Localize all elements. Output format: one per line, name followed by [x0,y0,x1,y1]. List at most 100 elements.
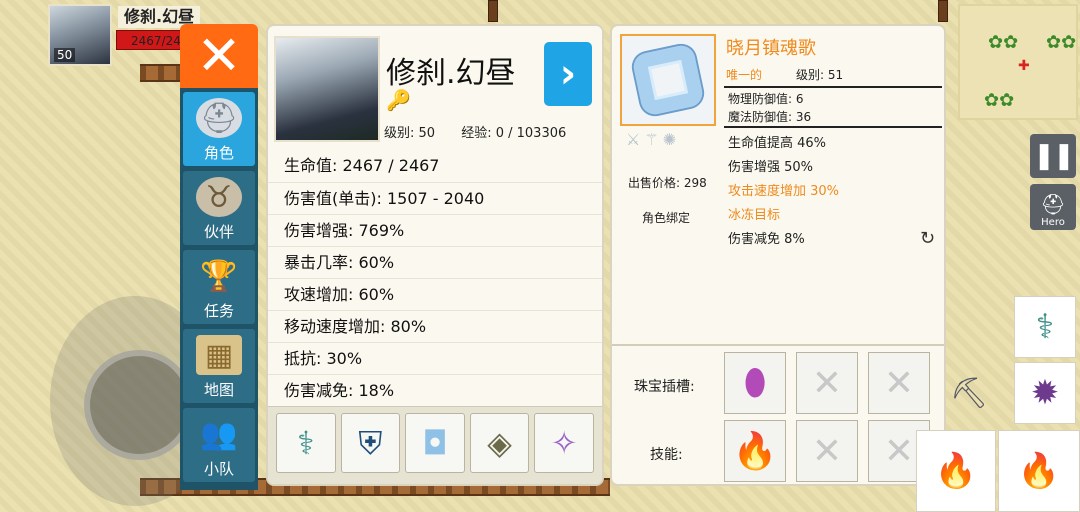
horned-helmet-icon: ♉ [196,177,242,217]
stat-row: 伤害减免: 18% [268,374,602,406]
knight-helmet-icon: ⛑ [1040,192,1066,216]
shrub-icon: ✿✿ [988,32,1019,53]
fire-skill-icon: 🔥 [934,451,978,491]
character-exp: 经验: 0 / 103306 [461,126,567,141]
divider [724,86,942,88]
empty-slot-icon: ✕ [811,430,843,472]
bracer-icon: ◈ [487,424,512,462]
stat-row: 伤害值(单击): 1507 - 2040 [268,182,602,214]
skill-slot-2[interactable]: ✕ [796,420,858,482]
character-name: 修刹.幻昼 [386,56,516,91]
menu-item-companion[interactable]: ♉ 伙伴 [183,171,255,245]
magic-defense: 魔法防御值: 36 [728,110,812,124]
skill-button-fire-1[interactable]: 🔥 [916,430,996,512]
item-attribute: 生命值提高 46% [728,136,827,151]
item-name: 晓月镇魂歌 [726,38,816,59]
skill-label: 技能: [650,447,683,463]
fire-skill-icon: 🔥 [1017,451,1061,491]
item-class-icons: ⚔⚚✺ [626,130,680,149]
menu-item-quest[interactable]: 🏆 任务 [183,250,255,324]
menu-item-map[interactable]: ▦ 地图 [183,329,255,403]
trophy-icon: 🏆 [200,258,238,294]
equip-slot-bracer[interactable]: ◈ [469,413,530,473]
shrub-icon: ✿✿ [1046,32,1077,53]
chevron-right-icon: › [559,51,577,97]
axe-icon[interactable]: ⛏ [950,376,988,411]
menu-item-party[interactable]: 👥 小队 [183,408,255,482]
stat-row: 生命值: 2467 / 2467 [284,156,440,175]
equip-slot-trinket[interactable]: ✧ [534,413,594,473]
close-icon: ✕ [196,24,242,87]
bind-status: 角色绑定 [642,211,691,225]
item-attribute: 伤害减免 8% [728,232,805,247]
character-portrait [274,36,380,142]
menu-item-label: 地图 [203,381,234,399]
menu-item-label: 任务 [203,302,234,320]
next-character-button[interactable]: › [544,42,592,106]
item-detail-panel: ⚔⚚✺ 出售价格: 298 角色绑定 晓月镇魂歌 唯一的 级别: 51 物理防御… [610,24,946,486]
orb-icon: ✺ [662,130,681,149]
quick-slot-staff[interactable]: ⚕ [1014,296,1076,358]
wand-icon: ⚚ [644,130,663,149]
item-level: 级别: 51 [796,68,844,82]
socket-label: 珠宝插槽: [634,379,695,395]
character-panel: 修刹.幻昼 🔑 › 级别: 50 经验: 0 / 103306 生命值: 246… [266,24,604,486]
staff-icon: ⚕ [297,424,315,462]
armor-icon: ⛨ [358,423,383,462]
ring-icon: ◘ [422,424,448,462]
stats-list: 生命值: 2467 / 2467 伤害值(单击): 1507 - 2040 伤害… [268,150,602,406]
stat-row: 攻速增加: 60% [268,278,602,310]
stat-row: 移动速度增加: 80% [268,310,602,342]
fence-post [938,0,948,22]
sell-price: 出售价格: 298 [628,176,707,190]
fence [140,64,180,82]
stat-row: 抵抗: 30% [268,342,602,374]
empty-slot-icon: ✕ [883,362,915,404]
hero-button[interactable]: ⛑ Hero [1030,184,1076,230]
divider [612,344,944,346]
pause-icon: ❚❚ [1033,141,1075,171]
item-attributes: 生命值提高 46% 伤害增强 50% 攻击速度增加 30% 冰冻目标 伤害减免 … [728,132,839,252]
equip-slot-ring[interactable]: ◘ [405,413,465,473]
menu-item-character[interactable]: ⛑ 角色 [183,92,255,166]
item-attribute: 冰冻目标 [728,208,781,223]
physical-defense: 物理防御值: 6 [728,92,804,106]
equipment-bar: ⚕ ⛨ ◘ ◈ ✧ [268,406,602,484]
empty-slot-icon: ✕ [883,430,915,472]
map-scroll-icon: ▦ [196,335,242,375]
ice-ring-icon [631,43,705,117]
equip-slot-weapon[interactable]: ⚕ [276,413,336,473]
skill-slot-1[interactable]: 🔥 [724,420,786,482]
divider [724,126,942,128]
hero-label: Hero [1041,217,1065,228]
item-attribute: 伤害增强 50% [728,160,814,175]
menu-item-label: 伙伴 [203,223,234,241]
mace-icon: ✹ [1030,373,1060,413]
character-level: 级别: 50 [384,126,436,141]
staff-icon: ⚕ [1035,307,1055,347]
pause-button[interactable]: ❚❚ [1030,134,1076,178]
fence-post [488,0,498,22]
skill-button-fire-2[interactable]: 🔥 [998,430,1080,512]
item-defense: 物理防御值: 6 魔法防御值: 36 [728,90,811,126]
player-marker-icon: ✚ [1018,58,1030,74]
menu-item-label: 角色 [203,144,234,162]
shrub-icon: ✿✿ [984,90,1015,111]
empty-slot-icon: ✕ [811,362,843,404]
player-level: 50 [54,48,76,62]
player-portrait[interactable]: 50 [48,4,112,66]
quick-slot-mace[interactable]: ✹ [1014,362,1076,424]
level-exp-line: 级别: 50 经验: 0 / 103306 [384,122,588,141]
joystick-knob[interactable] [84,350,194,460]
refresh-icon[interactable]: ↻ [920,228,935,249]
sword-icon: ⚔ [626,130,645,149]
equip-slot-armor[interactable]: ⛨ [340,413,401,473]
knight-helmet-icon: ⛑ [196,98,242,138]
menu-item-label: 小队 [203,460,234,478]
socket-slot-1[interactable]: ⬮ [724,352,786,414]
minimap[interactable]: ✿✿ ✿✿ ✿✿ ✚ [958,4,1078,120]
socket-slot-3[interactable]: ✕ [868,352,930,414]
socket-slot-2[interactable]: ✕ [796,352,858,414]
fire-skill-icon: 🔥 [732,431,778,472]
close-button[interactable]: ✕ [180,24,258,88]
